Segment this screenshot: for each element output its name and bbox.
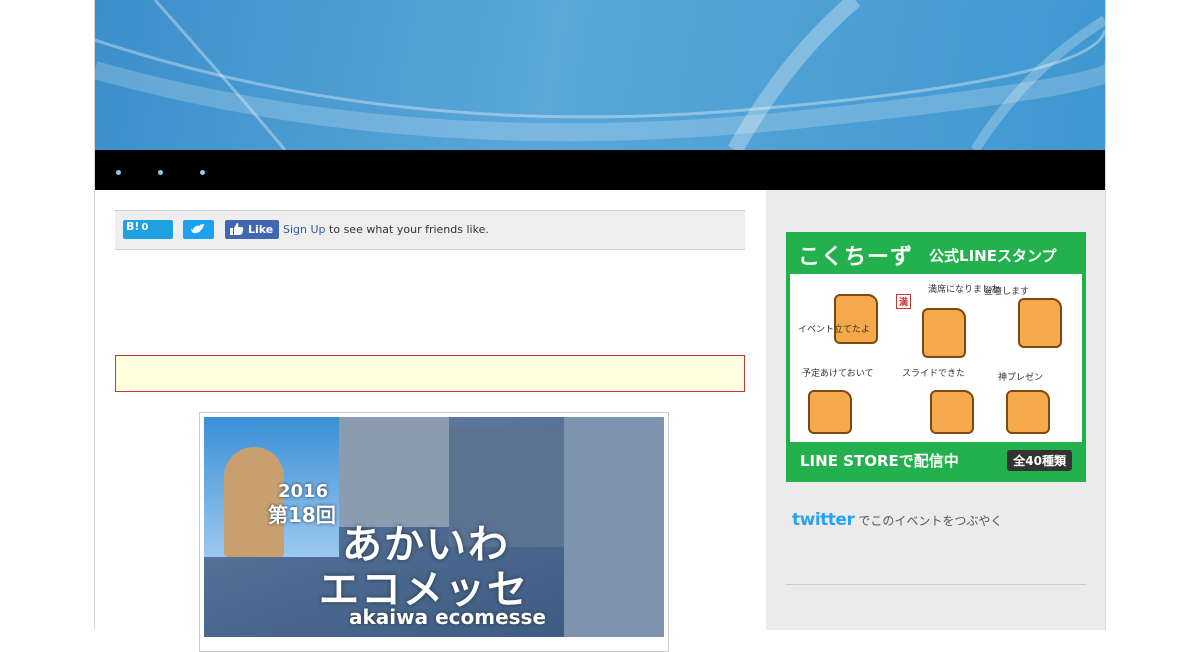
page-container: B! 0 Like Sign Up to see what your friend…: [94, 0, 1106, 652]
twitter-bird-icon: [191, 223, 206, 234]
stamp-banner-footer: LINE STOREで配信中 全40種類: [790, 442, 1082, 478]
tweet-button[interactable]: [183, 220, 214, 239]
stamp-character: [1006, 390, 1050, 434]
tweet-event-link[interactable]: twitter でこのイベントをつぶやく: [792, 510, 1002, 530]
event-poster-image: 2016 第18回 あかいわ エコメッセ akaiwa ecomesse: [204, 417, 664, 637]
fb-signup-link[interactable]: Sign Up: [283, 223, 326, 236]
poster-title-romaji: akaiwa ecomesse: [349, 605, 547, 629]
stamp-character: [1018, 298, 1062, 348]
notice-box: [115, 355, 745, 392]
nav-item-1[interactable]: [116, 170, 121, 175]
nav-bar: [95, 150, 1105, 190]
stamp-full-badge: 満: [896, 294, 912, 309]
main-content: B! 0 Like Sign Up to see what your friend…: [115, 210, 745, 652]
header-banner: [95, 0, 1105, 150]
poster-photo-panel: [564, 417, 664, 637]
stamp-characters: イベント立てたよ 満 満席になりました 登壇します 予定あけておいて スライドで…: [790, 274, 1082, 442]
stamp-caption: イベント立てたよ: [798, 325, 871, 335]
share-bar: B! 0 Like Sign Up to see what your friend…: [115, 210, 745, 250]
stamp-caption: 予定あけておいて: [802, 369, 874, 379]
stamp-character: [930, 390, 974, 434]
line-store-text: LINE STOREで配信中: [800, 451, 959, 470]
fb-social-text: Sign Up to see what your friends like.: [283, 223, 489, 236]
sidebar-divider: [786, 584, 1086, 585]
stamp-count-tag: 全40種類: [1007, 449, 1072, 471]
stamp-title: 公式LINEスタンプ: [929, 246, 1057, 265]
stamp-banner-header: こくちーず 公式LINEスタンプ: [790, 236, 1082, 274]
stamp-caption: 神プレゼン: [998, 373, 1044, 383]
stamp-caption: スライドできた: [902, 369, 966, 379]
event-photo-frame: 2016 第18回 あかいわ エコメッセ akaiwa ecomesse: [199, 412, 669, 652]
poster-edition: 第18回: [268, 503, 336, 527]
hatena-bookmark-button[interactable]: B! 0: [123, 220, 173, 239]
stamp-character: [922, 308, 966, 358]
thumbs-up-icon: [230, 223, 244, 235]
fb-friends-text: to see what your friends like.: [329, 223, 489, 236]
sidebar: こくちーず 公式LINEスタンプ イベント立てたよ 満 満席になりました 登壇し…: [766, 190, 1105, 630]
hatena-label: B!: [126, 220, 140, 233]
stamp-brand: こくちーず: [798, 245, 914, 270]
stamp-caption: 登壇します: [984, 287, 1030, 297]
banner-swirl-graphic: [95, 0, 1105, 150]
twitter-logo-icon: twitter: [792, 510, 855, 530]
stamp-character: [808, 390, 852, 434]
nav-item-3[interactable]: [200, 170, 205, 175]
facebook-like-button[interactable]: Like: [225, 220, 279, 239]
line-stamp-banner[interactable]: こくちーず 公式LINEスタンプ イベント立てたよ 満 満席になりました 登壇し…: [786, 232, 1086, 482]
fb-like-label: Like: [248, 223, 274, 236]
poster-photo-panel: [339, 417, 449, 527]
stamp-character: [834, 294, 878, 344]
tweet-event-text: でこのイベントをつぶやく: [858, 514, 1003, 528]
hatena-count: 0: [141, 222, 149, 233]
nav-item-2[interactable]: [158, 170, 163, 175]
